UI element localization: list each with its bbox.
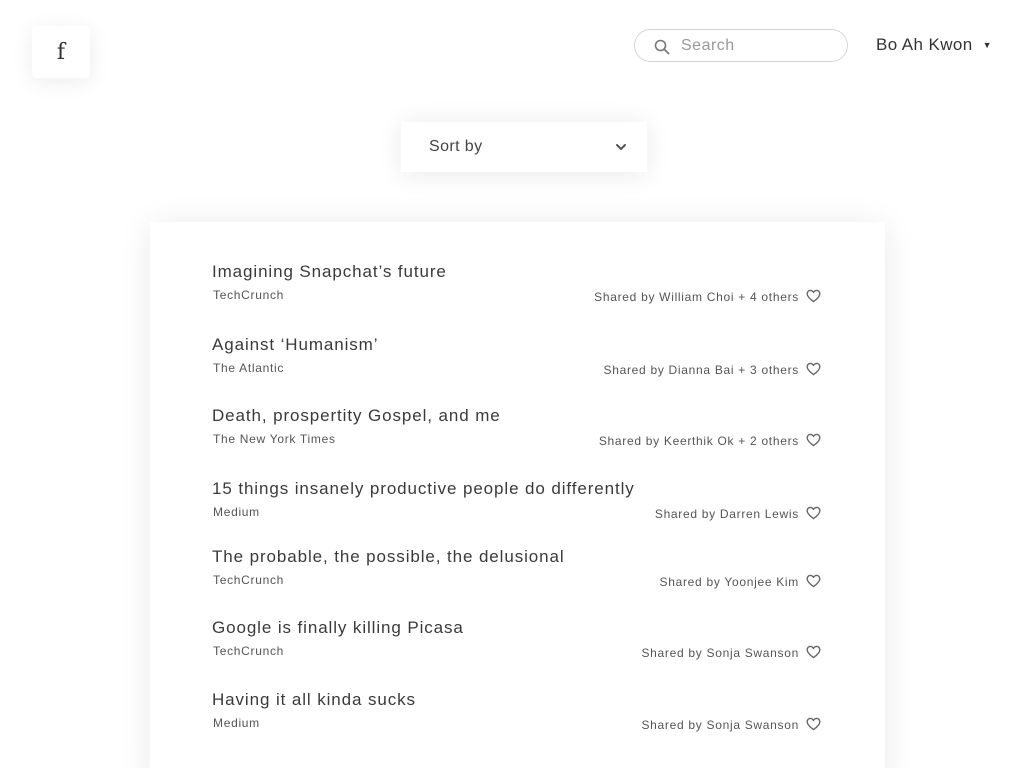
article-source: TechCrunch bbox=[213, 644, 285, 658]
article-source: TechCrunch bbox=[213, 573, 285, 587]
article-source: TechCrunch bbox=[213, 288, 285, 302]
list-item: Imagining Snapchat’s future TechCrunch S… bbox=[150, 262, 885, 326]
article-title[interactable]: The probable, the possible, the delusion… bbox=[212, 547, 565, 567]
list-item: The probable, the possible, the delusion… bbox=[150, 547, 885, 611]
heart-icon[interactable] bbox=[806, 362, 821, 376]
article-title[interactable]: Against ‘Humanism’ bbox=[212, 335, 378, 355]
article-source: The Atlantic bbox=[213, 361, 285, 375]
heart-icon[interactable] bbox=[806, 717, 821, 731]
shared-by: Shared by Yoonjee Kim bbox=[659, 575, 799, 589]
feed-card: Imagining Snapchat’s future TechCrunch S… bbox=[150, 222, 885, 768]
shared-by: Shared by Darren Lewis bbox=[654, 507, 799, 521]
search-icon bbox=[654, 39, 670, 55]
list-item: Google is finally killing Picasa TechCru… bbox=[150, 618, 885, 682]
article-title[interactable]: Google is finally killing Picasa bbox=[212, 618, 464, 638]
search-input[interactable] bbox=[681, 35, 836, 57]
list-item: Against ‘Humanism’ The Atlantic Shared b… bbox=[150, 335, 885, 399]
sort-dropdown[interactable]: Sort by bbox=[401, 122, 647, 172]
list-item: Death, prospertity Gospel, and me The Ne… bbox=[150, 406, 885, 470]
user-name: Bo Ah Kwon bbox=[876, 35, 973, 54]
logo[interactable]: f bbox=[32, 26, 90, 78]
caret-down-icon: ▼ bbox=[982, 40, 992, 50]
article-title[interactable]: Having it all kinda sucks bbox=[212, 690, 416, 710]
article-source: The New York Times bbox=[213, 432, 336, 446]
heart-icon[interactable] bbox=[806, 574, 821, 588]
article-source: Medium bbox=[213, 505, 260, 519]
chevron-down-icon bbox=[616, 144, 626, 150]
shared-by: Shared by Dianna Bai + 3 others bbox=[603, 363, 799, 377]
heart-icon[interactable] bbox=[806, 289, 821, 303]
shared-by: Shared by Keerthik Ok + 2 others bbox=[598, 434, 799, 448]
user-menu[interactable]: Bo Ah Kwon ▼ bbox=[876, 35, 992, 55]
article-title[interactable]: Death, prospertity Gospel, and me bbox=[212, 406, 501, 426]
heart-icon[interactable] bbox=[806, 433, 821, 447]
article-source: Medium bbox=[213, 716, 260, 730]
heart-icon[interactable] bbox=[806, 645, 821, 659]
logo-letter: f bbox=[56, 39, 66, 65]
article-title[interactable]: 15 things insanely productive people do … bbox=[212, 479, 635, 499]
shared-by: Shared by Sonja Swanson bbox=[641, 718, 799, 732]
page: f Bo Ah Kwon ▼ Sort by Imagining Snapcha… bbox=[0, 0, 1024, 768]
shared-by: Shared by William Choi + 4 others bbox=[594, 290, 799, 304]
shared-by: Shared by Sonja Swanson bbox=[641, 646, 799, 660]
sort-label: Sort by bbox=[429, 138, 483, 155]
list-item: Having it all kinda sucks Medium Shared … bbox=[150, 690, 885, 754]
list-item: 15 things insanely productive people do … bbox=[150, 479, 885, 543]
heart-icon[interactable] bbox=[806, 506, 821, 520]
article-title[interactable]: Imagining Snapchat’s future bbox=[212, 262, 447, 282]
search-bar[interactable] bbox=[634, 29, 848, 62]
